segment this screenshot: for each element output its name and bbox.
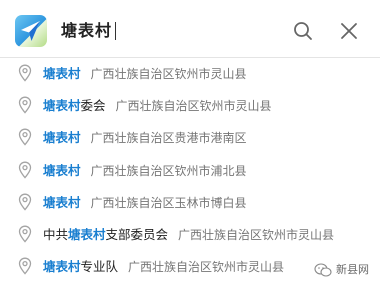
result-address: 广西壮族自治区玉林市博白县 bbox=[90, 195, 247, 210]
search-button[interactable] bbox=[291, 19, 315, 43]
result-address: 广西壮族自治区钦州市灵山县 bbox=[178, 227, 335, 242]
result-address: 广西壮族自治区钦州市浦北县 bbox=[90, 163, 247, 178]
suggestion-item[interactable]: 塘表村 广西壮族自治区钦州市灵山县 bbox=[0, 58, 380, 90]
result-suffix: 委会 bbox=[80, 98, 106, 114]
watermark-text: 新县网 bbox=[336, 263, 369, 276]
result-match: 塘表村 bbox=[43, 162, 81, 178]
result-match: 塘表村 bbox=[43, 66, 81, 81]
result-match: 塘表村 bbox=[43, 259, 81, 275]
location-pin-icon bbox=[18, 96, 32, 114]
chat-bubble-icon bbox=[314, 263, 332, 277]
close-button[interactable] bbox=[337, 19, 361, 43]
result-suffix: 专业队 bbox=[80, 259, 119, 275]
result-prefix: 中共 bbox=[43, 226, 69, 242]
location-pin-icon bbox=[18, 193, 32, 211]
location-pin-icon bbox=[18, 161, 32, 179]
search-input[interactable]: 塘表村 bbox=[61, 20, 112, 42]
location-pin-icon bbox=[18, 128, 32, 146]
close-icon bbox=[341, 23, 357, 39]
result-match: 塘表村 bbox=[43, 194, 81, 210]
result-address: 广西壮族自治区钦州市灵山县 bbox=[115, 99, 272, 114]
result-address: 广西壮族自治区钦州市灵山县 bbox=[90, 67, 247, 81]
suggestion-item[interactable]: 塘表村 广西壮族自治区玉林市博白县 bbox=[0, 187, 380, 219]
result-suffix: 支部委员会 bbox=[105, 226, 169, 242]
suggestion-item[interactable]: 中共塘表村支部委员会 广西壮族自治区钦州市灵山县 bbox=[0, 219, 380, 251]
suggestion-item[interactable]: 塘表村 广西壮族自治区贵港市港南区 bbox=[0, 122, 380, 154]
result-match: 塘表村 bbox=[68, 226, 106, 242]
suggestion-list: 塘表村 广西壮族自治区钦州市灵山县 塘表村委会 广西壮族自治区钦州市灵山县 塘表村广… bbox=[0, 58, 380, 283]
result-address: 广西壮族自治区贵港市港南区 bbox=[90, 131, 247, 146]
app-logo bbox=[15, 15, 47, 47]
location-pin-icon bbox=[18, 64, 32, 82]
location-pin-icon bbox=[18, 225, 32, 243]
result-match: 塘表村 bbox=[43, 98, 81, 114]
result-match: 塘表村 bbox=[43, 130, 81, 146]
search-bar: 塘表村 bbox=[0, 0, 380, 58]
suggestion-item[interactable]: 塘表村 广西壮族自治区钦州市浦北县 bbox=[0, 155, 380, 187]
result-address: 广西壮族自治区钦州市灵山县 bbox=[128, 260, 285, 275]
location-pin-icon bbox=[18, 257, 32, 275]
suggestion-item[interactable]: 塘表村委会 广西壮族自治区钦州市灵山县 bbox=[0, 90, 380, 122]
text-caret bbox=[115, 22, 116, 40]
search-icon bbox=[294, 22, 312, 40]
